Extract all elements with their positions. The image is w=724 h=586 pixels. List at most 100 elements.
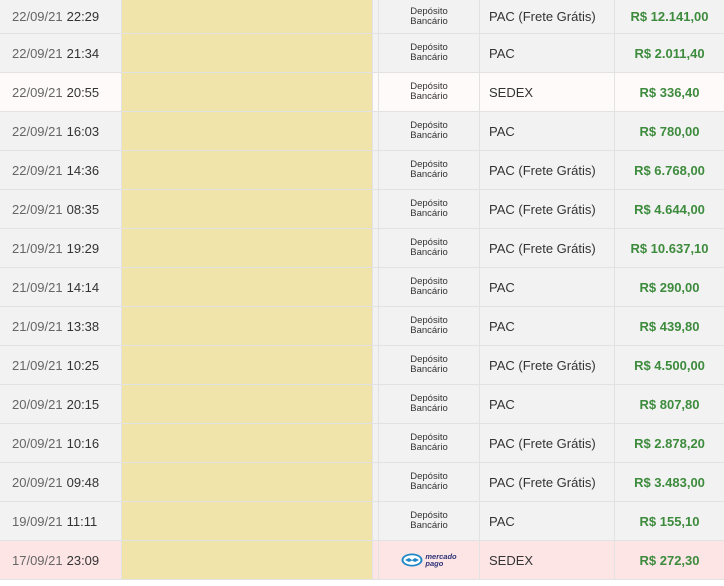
shipping-method: PAC bbox=[480, 112, 615, 150]
payment-method: Depósito Bancário bbox=[379, 73, 480, 111]
redacted-column bbox=[122, 541, 373, 579]
table-row[interactable]: 21/09/21 13:38 Depósito Bancário PAC R$ … bbox=[0, 307, 724, 346]
order-date: 22/09/21 bbox=[12, 45, 63, 61]
order-date: 19/09/21 bbox=[12, 513, 63, 529]
order-date: 21/09/21 bbox=[12, 279, 63, 295]
payment-method-label: Depósito Bancário bbox=[410, 393, 448, 414]
shipping-method: PAC (Frete Grátis) bbox=[480, 190, 615, 228]
handshake-icon bbox=[401, 553, 423, 567]
redacted-column bbox=[122, 346, 373, 384]
order-time: 13:38 bbox=[66, 318, 100, 334]
order-total: R$ 2.878,20 bbox=[634, 435, 705, 451]
payment-method-label: Depósito Bancário bbox=[410, 276, 448, 297]
order-datetime: 21/09/21 13:38 bbox=[0, 307, 122, 345]
order-date: 21/09/21 bbox=[12, 357, 63, 373]
payment-method: Depósito Bancário bbox=[379, 0, 480, 33]
order-datetime: 22/09/21 14:36 bbox=[0, 151, 122, 189]
order-datetime: 20/09/21 20:15 bbox=[0, 385, 122, 423]
shipping-method: PAC (Frete Grátis) bbox=[480, 151, 615, 189]
order-time: 19:29 bbox=[66, 240, 100, 256]
payment-method-label: Depósito Bancário bbox=[410, 315, 448, 336]
mercado-pago-logo: mercado pago bbox=[401, 553, 457, 567]
order-time: 20:15 bbox=[66, 396, 100, 412]
order-date: 22/09/21 bbox=[12, 162, 63, 178]
redacted-column bbox=[122, 190, 373, 228]
order-datetime: 22/09/21 16:03 bbox=[0, 112, 122, 150]
table-row[interactable]: 21/09/21 14:14 Depósito Bancário PAC R$ … bbox=[0, 268, 724, 307]
table-row[interactable]: 22/09/21 22:29 Depósito Bancário PAC (Fr… bbox=[0, 0, 724, 34]
payment-method: Depósito Bancário bbox=[379, 463, 480, 501]
payment-method-label: Depósito Bancário bbox=[410, 354, 448, 375]
order-date: 22/09/21 bbox=[12, 84, 63, 100]
shipping-method: PAC bbox=[480, 307, 615, 345]
order-total: R$ 10.637,10 bbox=[630, 240, 709, 256]
payment-method: Depósito Bancário bbox=[379, 502, 480, 540]
table-row[interactable]: 19/09/21 11:11 Depósito Bancário PAC R$ … bbox=[0, 502, 724, 541]
order-total: R$ 290,00 bbox=[639, 279, 700, 295]
payment-method: Depósito Bancário bbox=[379, 346, 480, 384]
order-datetime: 19/09/21 11:11 bbox=[0, 502, 122, 540]
redacted-column bbox=[122, 385, 373, 423]
order-total: R$ 336,40 bbox=[639, 84, 700, 100]
table-row[interactable]: 20/09/21 10:16 Depósito Bancário PAC (Fr… bbox=[0, 424, 724, 463]
shipping-method: PAC bbox=[480, 268, 615, 306]
order-total: R$ 3.483,00 bbox=[634, 474, 705, 490]
order-total: R$ 4.644,00 bbox=[634, 201, 705, 217]
order-time: 08:35 bbox=[66, 201, 100, 217]
payment-method: Depósito Bancário bbox=[379, 34, 480, 72]
payment-method: Depósito Bancário bbox=[379, 424, 480, 462]
order-total: R$ 272,30 bbox=[639, 552, 700, 568]
order-time: 22:29 bbox=[66, 9, 100, 24]
redacted-column bbox=[122, 424, 373, 462]
order-date: 22/09/21 bbox=[12, 201, 63, 217]
order-datetime: 21/09/21 14:14 bbox=[0, 268, 122, 306]
payment-method: mercado pago bbox=[379, 541, 480, 579]
order-total: R$ 2.011,40 bbox=[634, 45, 705, 61]
table-row[interactable]: 17/09/21 23:09 mercado pago SEDEX R$ 272… bbox=[0, 541, 724, 580]
payment-method-label: Depósito Bancário bbox=[410, 81, 448, 102]
table-row[interactable]: 21/09/21 10:25 Depósito Bancário PAC (Fr… bbox=[0, 346, 724, 385]
payment-method-label: Depósito Bancário bbox=[410, 432, 448, 453]
order-datetime: 22/09/21 08:35 bbox=[0, 190, 122, 228]
payment-method-label: Depósito Bancário bbox=[410, 159, 448, 180]
order-date: 20/09/21 bbox=[12, 474, 63, 490]
order-time: 16:03 bbox=[66, 123, 100, 139]
shipping-method: PAC bbox=[480, 502, 615, 540]
table-row[interactable]: 21/09/21 19:29 Depósito Bancário PAC (Fr… bbox=[0, 229, 724, 268]
order-date: 20/09/21 bbox=[12, 396, 63, 412]
table-row[interactable]: 22/09/21 20:55 Depósito Bancário SEDEX R… bbox=[0, 73, 724, 112]
order-time: 14:36 bbox=[66, 162, 100, 178]
redacted-column bbox=[122, 151, 373, 189]
table-row[interactable]: 20/09/21 09:48 Depósito Bancário PAC (Fr… bbox=[0, 463, 724, 502]
order-date: 21/09/21 bbox=[12, 318, 63, 334]
redacted-column bbox=[122, 73, 373, 111]
order-total: R$ 807,80 bbox=[639, 396, 700, 412]
redacted-column bbox=[122, 112, 373, 150]
payment-method: Depósito Bancário bbox=[379, 190, 480, 228]
table-row[interactable]: 22/09/21 21:34 Depósito Bancário PAC R$ … bbox=[0, 34, 724, 73]
payment-method: Depósito Bancário bbox=[379, 151, 480, 189]
table-row[interactable]: 20/09/21 20:15 Depósito Bancário PAC R$ … bbox=[0, 385, 724, 424]
payment-method: Depósito Bancário bbox=[379, 112, 480, 150]
redacted-column bbox=[122, 463, 373, 501]
order-datetime: 21/09/21 10:25 bbox=[0, 346, 122, 384]
table-row[interactable]: 22/09/21 08:35 Depósito Bancário PAC (Fr… bbox=[0, 190, 724, 229]
redacted-column bbox=[122, 0, 373, 33]
redacted-column bbox=[122, 268, 373, 306]
payment-method-label: Depósito Bancário bbox=[410, 471, 448, 492]
payment-method-label: Depósito Bancário bbox=[410, 42, 448, 63]
order-time: 21:34 bbox=[66, 45, 100, 61]
order-date: 17/09/21 bbox=[12, 552, 63, 568]
table-row[interactable]: 22/09/21 14:36 Depósito Bancário PAC (Fr… bbox=[0, 151, 724, 190]
shipping-method: PAC (Frete Grátis) bbox=[480, 229, 615, 267]
table-row[interactable]: 22/09/21 16:03 Depósito Bancário PAC R$ … bbox=[0, 112, 724, 151]
shipping-method: PAC bbox=[480, 34, 615, 72]
payment-method: Depósito Bancário bbox=[379, 385, 480, 423]
payment-method: Depósito Bancário bbox=[379, 229, 480, 267]
shipping-method: PAC (Frete Grátis) bbox=[480, 424, 615, 462]
order-date: 22/09/21 bbox=[12, 123, 63, 139]
order-total: R$ 4.500,00 bbox=[634, 357, 705, 373]
shipping-method: PAC bbox=[480, 385, 615, 423]
order-datetime: 17/09/21 23:09 bbox=[0, 541, 122, 579]
payment-method-label: Depósito Bancário bbox=[410, 120, 448, 141]
